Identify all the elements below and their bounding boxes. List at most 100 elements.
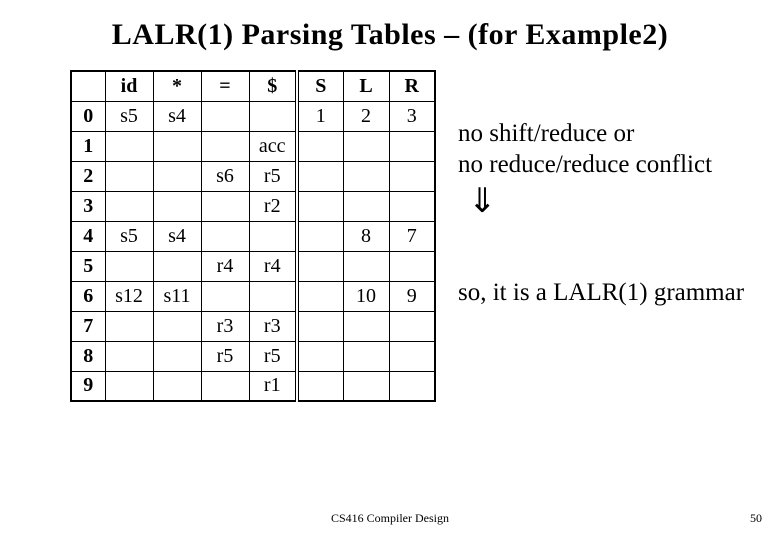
cell [105, 341, 153, 371]
cell: r3 [249, 311, 297, 341]
header-id: id [105, 71, 153, 101]
cell [105, 251, 153, 281]
state-cell: 4 [71, 221, 105, 251]
table-row: 8 r5r5 [71, 341, 435, 371]
cell [343, 161, 389, 191]
cell [201, 131, 249, 161]
note-line3: so, it is a LALR(1) grammar [458, 277, 744, 308]
cell [297, 311, 343, 341]
cell [105, 371, 153, 401]
state-cell: 6 [71, 281, 105, 311]
cell [343, 191, 389, 221]
cell: s4 [153, 101, 201, 131]
cell: s12 [105, 281, 153, 311]
header-row: id * = $ S L R [71, 71, 435, 101]
cell: r5 [201, 341, 249, 371]
cell [343, 251, 389, 281]
cell [297, 281, 343, 311]
header-R: R [389, 71, 435, 101]
cell: 3 [389, 101, 435, 131]
cell: s5 [105, 221, 153, 251]
cell [297, 221, 343, 251]
cell [297, 161, 343, 191]
footer-page-number: 50 [750, 511, 762, 526]
parsing-table: id * = $ S L R 0s5s4123 1acc 2s6r5 3r2 4… [70, 70, 436, 402]
note-line2: no reduce/reduce conflict [458, 149, 744, 180]
cell [201, 101, 249, 131]
table-row: 1acc [71, 131, 435, 161]
cell [297, 191, 343, 221]
cell [153, 341, 201, 371]
footer-center: CS416 Compiler Design [0, 511, 780, 526]
cell [343, 371, 389, 401]
cell: r3 [201, 311, 249, 341]
cell [153, 131, 201, 161]
cell [153, 251, 201, 281]
cell [389, 341, 435, 371]
down-arrow-icon: ⇓ [468, 185, 744, 219]
cell [201, 191, 249, 221]
state-cell: 5 [71, 251, 105, 281]
table-row: 0s5s4123 [71, 101, 435, 131]
note-line1: no shift/reduce or [458, 118, 744, 149]
cell: s11 [153, 281, 201, 311]
cell: r5 [249, 341, 297, 371]
cell [389, 161, 435, 191]
cell [389, 251, 435, 281]
state-cell: 2 [71, 161, 105, 191]
state-cell: 8 [71, 341, 105, 371]
notes: no shift/reduce or no reduce/reduce conf… [458, 70, 744, 308]
cell [153, 311, 201, 341]
cell [105, 131, 153, 161]
table-row: 9 r1 [71, 371, 435, 401]
cell [297, 341, 343, 371]
cell: acc [249, 131, 297, 161]
cell [343, 311, 389, 341]
cell [389, 311, 435, 341]
cell [249, 101, 297, 131]
cell [201, 221, 249, 251]
cell: 7 [389, 221, 435, 251]
state-cell: 7 [71, 311, 105, 341]
cell: 2 [343, 101, 389, 131]
cell: r4 [249, 251, 297, 281]
cell: 9 [389, 281, 435, 311]
table-row: 4s5s4 87 [71, 221, 435, 251]
cell [297, 131, 343, 161]
cell [389, 371, 435, 401]
state-cell: 3 [71, 191, 105, 221]
header-L: L [343, 71, 389, 101]
page-title: LALR(1) Parsing Tables – (for Example2) [0, 0, 780, 52]
table-row: 3 r2 [71, 191, 435, 221]
cell [105, 191, 153, 221]
table-row: 2 s6r5 [71, 161, 435, 191]
cell [343, 341, 389, 371]
cell: r5 [249, 161, 297, 191]
cell [105, 311, 153, 341]
cell [153, 161, 201, 191]
cell [297, 371, 343, 401]
cell [343, 131, 389, 161]
header-S: S [297, 71, 343, 101]
cell [105, 161, 153, 191]
cell: r1 [249, 371, 297, 401]
cell [153, 191, 201, 221]
cell: r4 [201, 251, 249, 281]
cell [389, 191, 435, 221]
cell: 8 [343, 221, 389, 251]
state-cell: 9 [71, 371, 105, 401]
cell: s4 [153, 221, 201, 251]
cell: 10 [343, 281, 389, 311]
cell [249, 281, 297, 311]
table-row: 6s12s11 109 [71, 281, 435, 311]
cell [389, 131, 435, 161]
header-dollar: $ [249, 71, 297, 101]
header-eq: = [201, 71, 249, 101]
cell: s6 [201, 161, 249, 191]
state-cell: 0 [71, 101, 105, 131]
header-state [71, 71, 105, 101]
table-row: 7 r3r3 [71, 311, 435, 341]
cell: r2 [249, 191, 297, 221]
cell [153, 371, 201, 401]
cell: s5 [105, 101, 153, 131]
